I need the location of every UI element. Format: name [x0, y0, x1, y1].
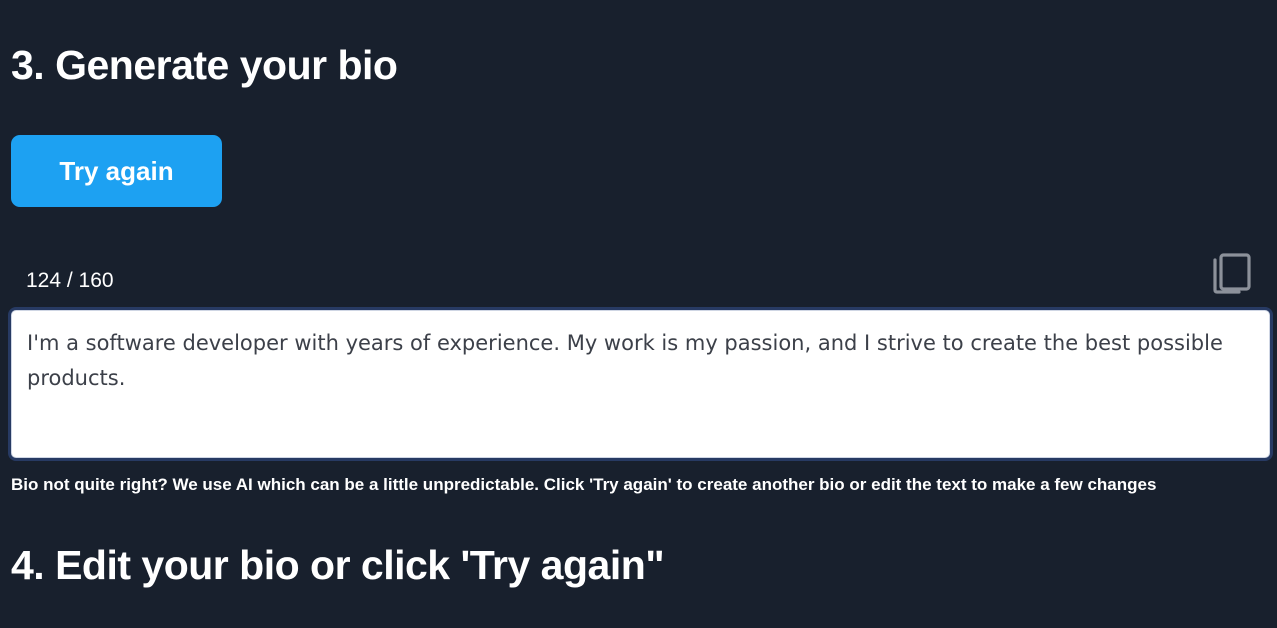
bio-helper-text: Bio not quite right? We use AI which can… [11, 475, 1157, 494]
character-counter: 124 / 160 [26, 269, 114, 292]
bio-textarea[interactable]: I'm a software developer with years of e… [11, 310, 1270, 458]
bio-generator-page: 3. Generate your bio Try again 124 / 160… [0, 0, 1277, 628]
copy-icon [1213, 253, 1251, 294]
copy-button[interactable] [1209, 250, 1257, 298]
section-4-heading: 4. Edit your bio or click 'Try again" [11, 542, 665, 588]
section-3-heading: 3. Generate your bio [11, 42, 398, 88]
try-again-button[interactable]: Try again [11, 135, 222, 207]
